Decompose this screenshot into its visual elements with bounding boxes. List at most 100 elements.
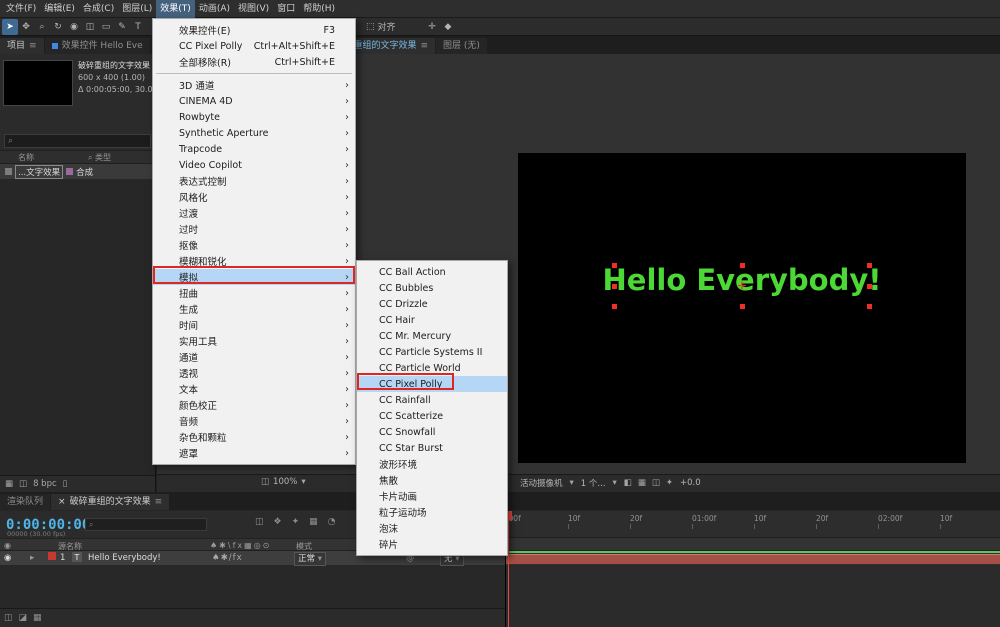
menu-view[interactable]: 视图(V) — [234, 0, 273, 18]
hand-tool-icon[interactable]: ✥ — [18, 19, 34, 35]
selection-handle[interactable] — [867, 263, 872, 268]
grid-guides-icon[interactable]: ▦ — [638, 478, 646, 488]
simulation-submenu-item[interactable]: 碎片 — [357, 536, 507, 552]
toggle-switches-modes-icon[interactable]: ▦ — [33, 613, 42, 623]
effects-menu-item[interactable]: 过时 › — [153, 221, 355, 237]
effects-menu-item[interactable]: 3D 通道 › — [153, 77, 355, 93]
effects-menu-item[interactable]: CINEMA 4D › — [153, 93, 355, 109]
tab-effect-controls[interactable]: 效果控件 Hello Eve — [45, 38, 150, 54]
simulation-submenu-item[interactable]: 卡片动画 — [357, 488, 507, 504]
menu-animation[interactable]: 动画(A) — [195, 0, 234, 18]
effects-menu-item[interactable]: Synthetic Aperture › — [153, 125, 355, 141]
effects-menu-item[interactable]: 实用工具 › — [153, 333, 355, 349]
menu-help[interactable]: 帮助(H) — [299, 0, 339, 18]
layer-color-chip[interactable] — [48, 552, 56, 560]
view-layout-select[interactable]: 1 个... — [581, 477, 606, 489]
draft-3d-icon[interactable]: ❖ — [274, 517, 282, 527]
effects-menu-item[interactable]: 透视 › — [153, 365, 355, 381]
hide-shy-layers-icon[interactable]: ✦ — [292, 517, 300, 527]
menu-effect[interactable]: 效果(T) — [156, 0, 195, 18]
workspace-icon[interactable]: ◆ — [440, 19, 456, 35]
camera-select[interactable]: 活动摄像机 — [520, 477, 563, 489]
menu-file[interactable]: 文件(F) — [2, 0, 40, 18]
effects-menu-item[interactable]: CC Pixel Polly Ctrl+Alt+Shift+E — [153, 38, 355, 54]
effects-menu-item[interactable]: 文本 › — [153, 381, 355, 397]
frame-blending-icon[interactable]: ▦ — [309, 517, 318, 527]
tab-render-queue[interactable]: 渲染队列 — [0, 494, 50, 510]
align-panel-toggle[interactable]: ⬚ 对齐 — [366, 20, 396, 33]
bit-depth-button[interactable]: 8 bpc — [33, 479, 57, 489]
simulation-submenu-item[interactable]: CC Snowfall — [357, 424, 507, 440]
simulation-submenu-item[interactable]: 泡沫 — [357, 520, 507, 536]
exposure-value[interactable]: +0.0 — [680, 478, 701, 488]
new-folder-icon[interactable]: ◫ — [19, 479, 27, 489]
effects-menu-item[interactable]: Trapcode › — [153, 141, 355, 157]
selection-handle[interactable] — [612, 304, 617, 309]
expand-transfer-controls-icon[interactable]: ◪ — [19, 613, 28, 623]
menu-edit[interactable]: 编辑(E) — [40, 0, 79, 18]
effects-menu-item[interactable]: 抠像 › — [153, 237, 355, 253]
zoom-control[interactable]: ◫ 100% ▾ — [261, 477, 306, 487]
simulation-submenu-item[interactable]: CC Rainfall — [357, 392, 507, 408]
effects-menu-item[interactable]: 生成 › — [153, 301, 355, 317]
layer-duration-bar[interactable] — [506, 554, 1000, 564]
effects-menu-item[interactable]: 过渡 › — [153, 205, 355, 221]
project-search-input[interactable]: ⌕ — [4, 134, 151, 148]
simulation-submenu-item[interactable]: 焦散 — [357, 472, 507, 488]
menu-composition[interactable]: 合成(C) — [79, 0, 118, 18]
effects-menu-item[interactable]: 风格化 › — [153, 189, 355, 205]
effects-menu-item[interactable]: 杂色和颗粒 › — [153, 429, 355, 445]
effects-menu-item[interactable]: 全部移除(R) Ctrl+Shift+E — [153, 54, 355, 70]
camera-tool-icon[interactable]: ◉ — [66, 19, 82, 35]
effects-menu-item[interactable]: 效果控件(E) F3 — [153, 22, 355, 38]
selection-handle[interactable] — [740, 304, 745, 309]
motion-blur-icon[interactable]: ◔ — [328, 517, 336, 527]
item-name[interactable]: ...文字效果 — [15, 165, 63, 179]
project-item-row[interactable]: ...文字效果 合成 — [0, 164, 155, 179]
selection-handle[interactable] — [612, 284, 617, 289]
selection-handle[interactable] — [612, 263, 617, 268]
time-ruler[interactable]: :00f 10f 20f 01:00f 10f — [506, 511, 1000, 538]
eye-icon[interactable]: ◉ — [4, 552, 11, 564]
close-icon[interactable]: × — [58, 494, 66, 510]
effects-menu-item[interactable]: 时间 › — [153, 317, 355, 333]
type-tool-icon[interactable]: T — [130, 19, 146, 35]
submenu-item-cc-pixel-polly[interactable]: CC Pixel Polly — [357, 376, 507, 392]
simulation-submenu-item[interactable]: CC Hair — [357, 312, 507, 328]
effects-menu-item[interactable]: Rowbyte › — [153, 109, 355, 125]
effects-menu-item[interactable]: 音频 › — [153, 413, 355, 429]
anchor-point-icon[interactable]: ✛ — [737, 280, 746, 293]
zoom-tool-icon[interactable]: ⌕ — [34, 19, 50, 35]
simulation-submenu-item[interactable]: CC Particle Systems II — [357, 344, 507, 360]
tab-layer-panel[interactable]: 图层 (无) — [436, 38, 487, 54]
comp-canvas[interactable]: Hello Everybody! ✛ — [518, 153, 966, 463]
pen-tool-icon[interactable]: ✎ — [114, 19, 130, 35]
selection-handle[interactable] — [740, 263, 745, 268]
comp-mini-flowchart-icon[interactable]: ◫ — [255, 517, 264, 527]
selection-tool-icon[interactable]: ➤ — [2, 19, 18, 35]
selection-handle[interactable] — [867, 304, 872, 309]
effects-menu-item[interactable]: Video Copilot › — [153, 157, 355, 173]
effects-menu-item[interactable]: 遮罩 › — [153, 445, 355, 461]
simulation-submenu-item[interactable]: CC Star Burst — [357, 440, 507, 456]
rotation-tool-icon[interactable]: ↻ — [50, 19, 66, 35]
expand-layer-switches-icon[interactable]: ◫ — [4, 613, 13, 623]
simulation-submenu-item[interactable]: CC Ball Action — [357, 264, 507, 280]
tab-project[interactable]: 项目 ≡ — [0, 38, 44, 54]
menu-window[interactable]: 窗口 — [273, 0, 299, 18]
expand-arrow-icon[interactable]: ▸ — [30, 552, 34, 564]
column-type[interactable]: ⌕ 类型 — [88, 152, 111, 163]
effects-menu-item[interactable] — [153, 70, 355, 77]
simulation-submenu-item[interactable]: CC Bubbles — [357, 280, 507, 296]
layer-switches[interactable]: ♠✱/fx — [212, 552, 243, 564]
region-of-interest-icon[interactable]: ◧ — [624, 478, 632, 488]
timeline-search-input[interactable]: ⌕ — [85, 518, 207, 531]
simulation-submenu-item[interactable]: 波形环境 — [357, 456, 507, 472]
layer-name[interactable]: Hello Everybody! — [88, 552, 161, 564]
panel-menu-icon[interactable]: ≡ — [155, 494, 163, 510]
pan-behind-tool-icon[interactable]: ◫ — [82, 19, 98, 35]
shape-tool-icon[interactable]: ▭ — [98, 19, 114, 35]
selection-handle[interactable] — [867, 284, 872, 289]
comp-thumbnail[interactable] — [3, 60, 73, 106]
simulation-submenu-item[interactable]: CC Particle World — [357, 360, 507, 376]
